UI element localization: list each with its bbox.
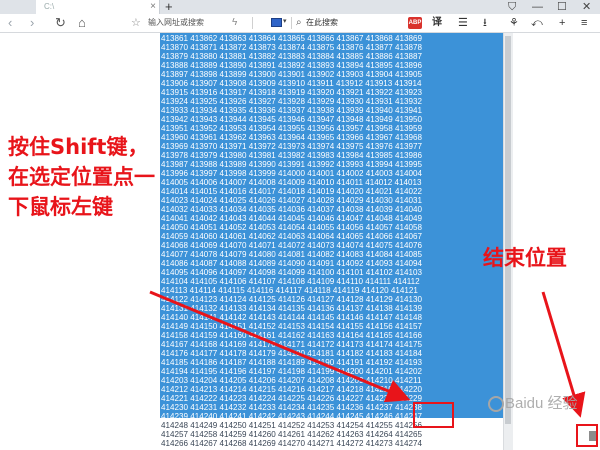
annotation-arrows bbox=[149, 290, 586, 418]
watermark: Baidu 经验 bbox=[505, 395, 578, 412]
arrow-to-start bbox=[149, 290, 411, 403]
watermark-logo bbox=[488, 396, 504, 412]
